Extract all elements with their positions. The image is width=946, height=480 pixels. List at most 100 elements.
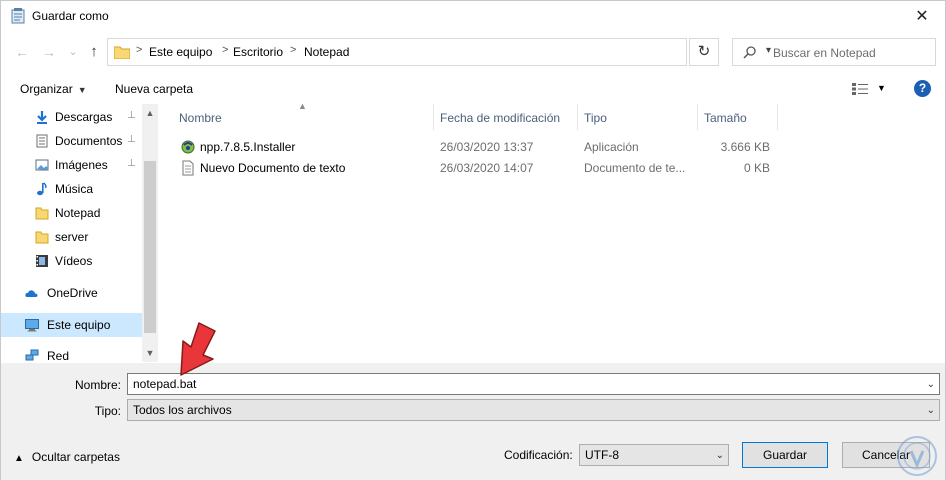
scroll-up-icon[interactable]: ▲ — [144, 108, 156, 118]
installer-icon — [181, 140, 195, 154]
folder-icon — [114, 46, 130, 59]
breadcrumb-separator: > — [136, 44, 143, 56]
encoding-label: Codificación: — [504, 448, 573, 462]
sort-ascending-icon: ▲ — [298, 101, 307, 111]
forward-button[interactable]: → — [39, 42, 59, 62]
chevron-down-icon[interactable]: ⌄ — [927, 405, 935, 416]
file-name: Nuevo Documento de texto — [200, 161, 346, 175]
download-icon — [37, 111, 47, 124]
chevron-down-icon[interactable]: ⌄ — [716, 450, 724, 461]
sidebar-item-musica[interactable]: Música — [1, 177, 143, 201]
column-header-name[interactable]: Nombre — [179, 111, 222, 125]
sidebar-item-label: Documentos — [55, 134, 123, 148]
file-type-label: Tipo: — [94, 404, 121, 418]
column-header-type[interactable]: Tipo — [584, 111, 607, 125]
encoding-value: UTF-8 — [585, 448, 619, 462]
hide-folders-button[interactable]: ▲ Ocultar carpetas — [14, 450, 120, 464]
sidebar-item-este-equipo[interactable]: Este equipo — [1, 313, 143, 337]
file-type: Aplicación — [584, 140, 639, 154]
sidebar-item-label: Vídeos — [55, 254, 93, 268]
sidebar-item-onedrive[interactable]: OneDrive — [1, 281, 143, 305]
search-icon — [743, 46, 756, 59]
file-size: 3.666 KB — [720, 140, 770, 154]
file-type: Documento de te... — [584, 161, 686, 175]
sidebar-item-red[interactable]: Red — [1, 344, 143, 362]
file-name: npp.7.8.5.Installer — [200, 140, 296, 154]
column-divider[interactable] — [433, 104, 434, 130]
sidebar-item-notepad[interactable]: Notepad — [1, 201, 143, 225]
sidebar-item-label: Red — [47, 349, 70, 362]
sidebar-item-server[interactable]: server — [1, 225, 143, 249]
breadcrumb-separator: > — [290, 44, 297, 56]
save-as-dialog: Guardar como ✕ ← → ⌄ ↑ > Este equipo > E… — [0, 0, 946, 480]
chevron-down-icon[interactable]: ⌄ — [927, 379, 935, 390]
folder-icon — [35, 207, 49, 220]
save-button[interactable]: Guardar — [742, 442, 828, 468]
breadcrumb-escritorio[interactable]: Escritorio — [233, 45, 283, 59]
up-button[interactable]: ↑ — [84, 42, 104, 62]
column-header-date[interactable]: Fecha de modificación — [440, 111, 560, 125]
file-type-select[interactable]: Todos los archivos ⌄ — [127, 399, 940, 421]
breadcrumb-separator: > — [222, 44, 229, 56]
view-options-icon[interactable] — [851, 82, 869, 96]
close-window-button[interactable]: ✕ — [899, 1, 945, 32]
sidebar-item-descargas[interactable]: Descargas ⊥ — [1, 105, 143, 129]
help-button[interactable]: ? — [914, 80, 931, 97]
scrollbar-thumb[interactable] — [144, 161, 156, 333]
pictures-icon — [35, 159, 49, 171]
organize-menu[interactable]: Organizar ▼ — [20, 82, 87, 96]
sidebar-item-label: Imágenes — [55, 158, 108, 172]
breadcrumb-este-equipo[interactable]: Este equipo — [149, 45, 212, 59]
organize-label: Organizar — [20, 82, 73, 96]
sidebar-item-videos[interactable]: Vídeos — [1, 249, 143, 273]
search-input[interactable]: Buscar en Notepad — [773, 46, 876, 60]
file-date: 26/03/2020 13:37 — [440, 140, 534, 154]
navigation-pane: Descargas ⊥ Documentos ⊥ Imágenes ⊥ Músi… — [1, 104, 158, 362]
network-icon — [25, 349, 39, 361]
window-title: Guardar como — [32, 9, 109, 23]
text-document-icon — [182, 160, 194, 176]
title-bar: Guardar como ✕ — [1, 1, 945, 32]
column-divider[interactable] — [697, 104, 698, 130]
file-row[interactable]: npp.7.8.5.Installer 26/03/2020 13:37 Apl… — [171, 136, 777, 158]
column-header-size[interactable]: Tamaño — [704, 111, 747, 125]
refresh-icon: ↻ — [697, 43, 711, 60]
file-name-label: Nombre: — [74, 378, 121, 392]
file-name-input[interactable]: notepad.bat — [133, 377, 196, 391]
breadcrumb-notepad[interactable]: Notepad — [304, 45, 349, 59]
column-divider[interactable] — [577, 104, 578, 130]
back-button[interactable]: ← — [12, 42, 32, 62]
folder-icon — [35, 231, 49, 244]
file-date: 26/03/2020 14:07 — [440, 161, 534, 175]
sidebar-item-imagenes[interactable]: Imágenes ⊥ — [1, 153, 143, 177]
sidebar-item-label: Este equipo — [47, 318, 111, 332]
refresh-button[interactable]: ↻ — [689, 38, 719, 66]
onedrive-icon — [25, 290, 38, 297]
scroll-down-icon[interactable]: ▼ — [144, 348, 156, 358]
recent-locations-button[interactable]: ⌄ — [63, 42, 83, 62]
videos-icon — [36, 255, 48, 267]
new-folder-button[interactable]: Nueva carpeta — [115, 82, 193, 96]
sidebar-item-label: OneDrive — [47, 286, 98, 300]
pin-icon: ⊥ — [127, 158, 136, 169]
sidebar-item-label: Descargas — [55, 110, 113, 124]
close-icon: ✕ — [915, 8, 929, 25]
documents-icon — [36, 134, 48, 148]
music-icon — [37, 182, 47, 196]
chevron-down-icon: ▼ — [77, 85, 87, 95]
file-name-field[interactable]: notepad.bat ⌄ — [127, 373, 940, 395]
sidebar-item-label: Música — [55, 182, 94, 196]
sidebar-item-documentos[interactable]: Documentos ⊥ — [1, 129, 143, 153]
chevron-up-icon: ▲ — [14, 453, 24, 464]
view-dropdown-chevron-icon[interactable]: ▼ — [877, 83, 886, 93]
address-bar[interactable]: > Este equipo > Escritorio > Notepad ▾ — [107, 38, 771, 66]
encoding-select[interactable]: UTF-8 ⌄ — [579, 444, 729, 466]
pin-icon: ⊥ — [127, 110, 136, 121]
watermark-logo-icon — [897, 436, 937, 476]
annotation-arrow-icon — [180, 322, 216, 376]
hide-folders-label: Ocultar carpetas — [31, 450, 120, 464]
column-divider[interactable] — [777, 104, 778, 130]
search-box[interactable]: Buscar en Notepad — [732, 38, 936, 66]
file-row[interactable]: Nuevo Documento de texto 26/03/2020 14:0… — [171, 157, 777, 179]
pin-icon: ⊥ — [127, 134, 136, 145]
